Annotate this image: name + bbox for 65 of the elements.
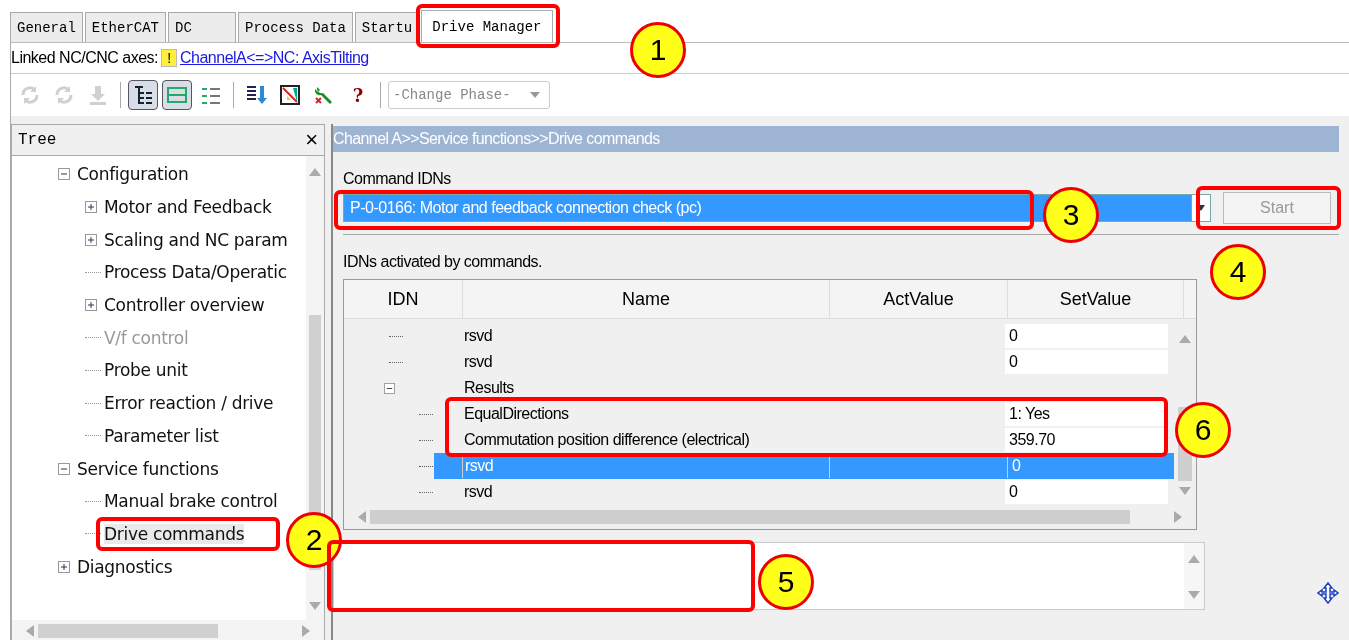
help-button[interactable]: ? <box>343 80 373 110</box>
diagram-icon <box>279 84 301 106</box>
wrench-icon <box>313 84 335 106</box>
scrollbar[interactable] <box>306 156 324 620</box>
tab[interactable]: Process Data <box>238 12 353 42</box>
refresh-icon <box>19 84 41 106</box>
expander-icon[interactable] <box>85 233 97 246</box>
tab[interactable]: Drive Manager <box>421 10 553 42</box>
tree-item[interactable]: Motor and Feedback <box>104 197 272 218</box>
tree-item[interactable]: Scaling and NC param <box>104 229 288 250</box>
breadcrumb-bar: Channel A>>Service functions>>Drive commands <box>333 126 1339 152</box>
callout-number: 1 <box>630 22 686 78</box>
expander-icon[interactable] <box>85 201 97 214</box>
name-cell-text: Results <box>463 379 514 397</box>
tree-item[interactable]: Probe unit <box>104 360 188 381</box>
download-icon <box>87 84 109 106</box>
tree-button[interactable] <box>128 80 158 110</box>
expander-icon[interactable] <box>384 382 395 394</box>
tree-item[interactable]: Parameter list <box>104 425 219 446</box>
tab[interactable]: General <box>10 12 83 42</box>
axis-link[interactable]: ChannelA<=>NC: AxisTilting <box>180 49 369 67</box>
close-button[interactable]: × <box>305 129 318 151</box>
dropdown-arrow-icon <box>529 91 541 99</box>
horizontal-scrollbar[interactable] <box>12 620 324 640</box>
column-header[interactable]: SetValue <box>1008 280 1184 318</box>
dropdown-arrow-icon <box>1197 205 1205 211</box>
column-header[interactable]: Name <box>463 280 830 318</box>
tree-item[interactable]: Error reaction / drive <box>104 393 274 414</box>
name-cell-text: rsvd <box>464 457 494 475</box>
value-cell: 0 <box>1009 483 1018 501</box>
value-cell: 1: Yes <box>1009 405 1050 423</box>
tree-item[interactable]: Manual brake control <box>104 491 278 512</box>
tree-title: Tree <box>18 131 57 149</box>
tree-item[interactable]: Controller overview <box>104 295 265 316</box>
command-label: Command IDNs <box>343 170 452 188</box>
tree-item[interactable]: Configuration <box>77 164 189 185</box>
tab[interactable]: EtherCAT <box>84 12 167 42</box>
sort-down-icon <box>245 84 267 106</box>
value-cell: 0 <box>1009 353 1018 371</box>
tree-view-icon <box>132 84 154 106</box>
list-button[interactable] <box>162 80 192 110</box>
tab[interactable]: DC <box>168 12 237 42</box>
tree-item[interactable]: Drive commands <box>104 523 245 544</box>
warning-badge: ! <box>161 49 177 67</box>
tree-item[interactable]: Diagnostics <box>77 556 173 577</box>
tree-item[interactable]: Process Data/Operatic <box>104 262 287 283</box>
message-box[interactable] <box>333 542 1205 610</box>
refresh-icon <box>53 84 75 106</box>
value-cell: 359.70 <box>1009 431 1055 449</box>
name-cell-text: EqualDirections <box>463 405 569 423</box>
expander-icon[interactable] <box>85 299 97 312</box>
column-header[interactable]: IDN <box>344 280 463 318</box>
tree-item[interactable]: Service functions <box>77 458 219 479</box>
value-cell: 0 <box>1012 457 1021 475</box>
expander-icon[interactable] <box>58 560 70 573</box>
move-icon[interactable] <box>1317 582 1339 604</box>
list-view-icon <box>166 84 188 106</box>
idns-label: IDNs activated by commands. <box>343 253 544 271</box>
name-cell-text: rsvd <box>463 327 493 345</box>
linked-axes-label: Linked NC/CNC axes: <box>11 49 158 67</box>
column-header[interactable]: ActValue <box>830 280 1008 318</box>
name-cell-text: rsvd <box>463 353 493 371</box>
name-cell-text: Commutation position difference (electrical) <box>463 431 750 449</box>
name-cell-text: rsvd <box>463 483 493 501</box>
value-cell: 0 <box>1009 327 1018 345</box>
